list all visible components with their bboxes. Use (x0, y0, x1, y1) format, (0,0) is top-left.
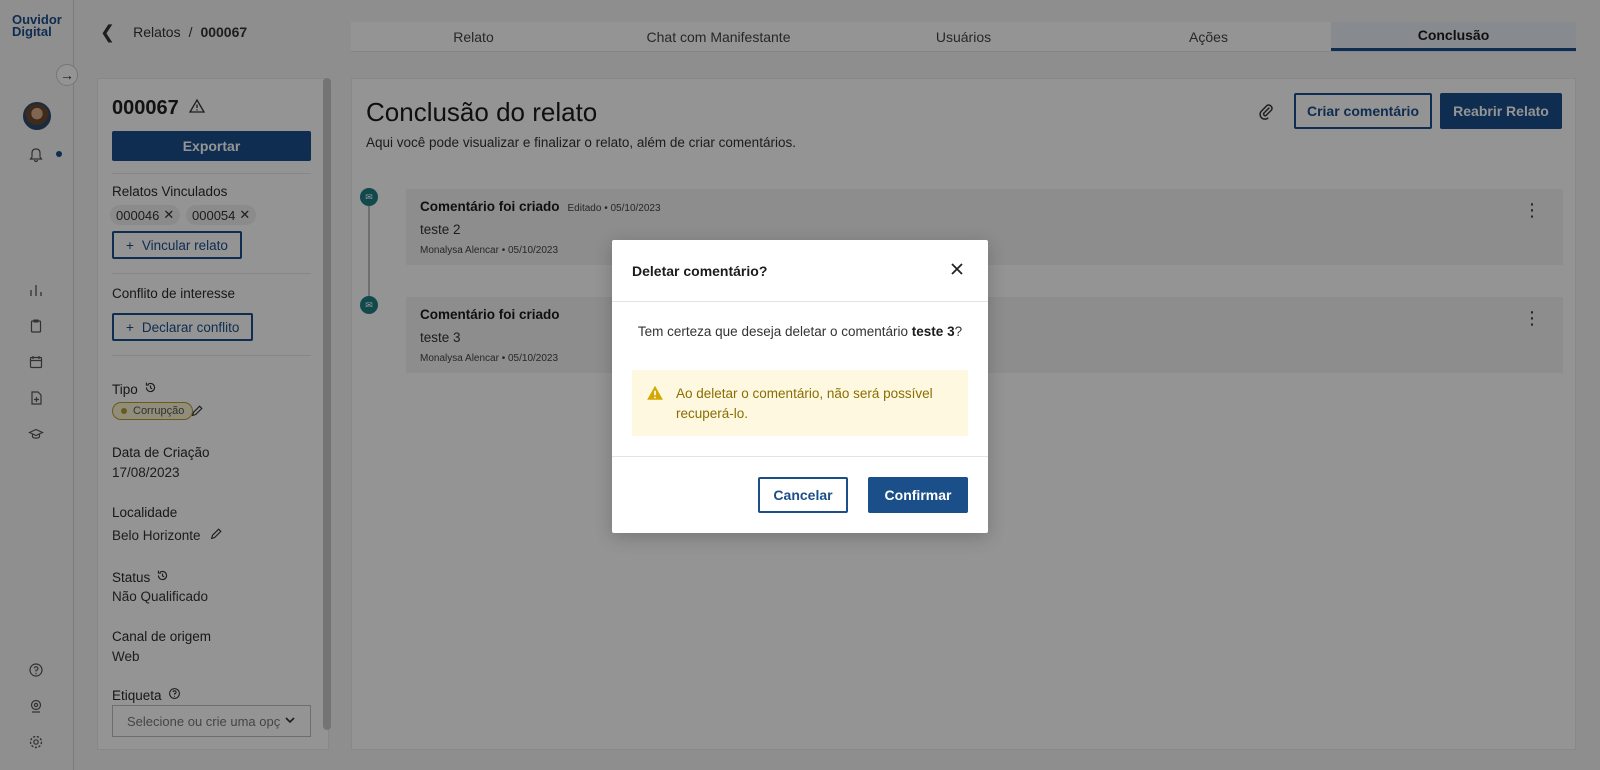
message-target: teste 3 (911, 324, 955, 339)
dialog-header: Deletar comentário? (612, 240, 988, 302)
divider (612, 456, 988, 457)
warning-triangle-icon (646, 384, 664, 407)
message-suffix: ? (954, 324, 963, 339)
warning-box: Ao deletar o comentário, não será possív… (632, 370, 968, 436)
cancel-button[interactable]: Cancelar (758, 477, 848, 513)
confirm-button[interactable]: Confirmar (868, 477, 968, 513)
warning-text: Ao deletar o comentário, não será possív… (676, 386, 933, 421)
message-prefix: Tem certeza que deseja deletar o comentá… (637, 324, 912, 339)
close-icon[interactable] (948, 260, 966, 278)
dialog-title: Deletar comentário? (632, 263, 768, 279)
dialog-message: Tem certeza que deseja deletar o comentá… (612, 324, 988, 339)
delete-comment-dialog: Deletar comentário? Tem certeza que dese… (612, 240, 988, 533)
